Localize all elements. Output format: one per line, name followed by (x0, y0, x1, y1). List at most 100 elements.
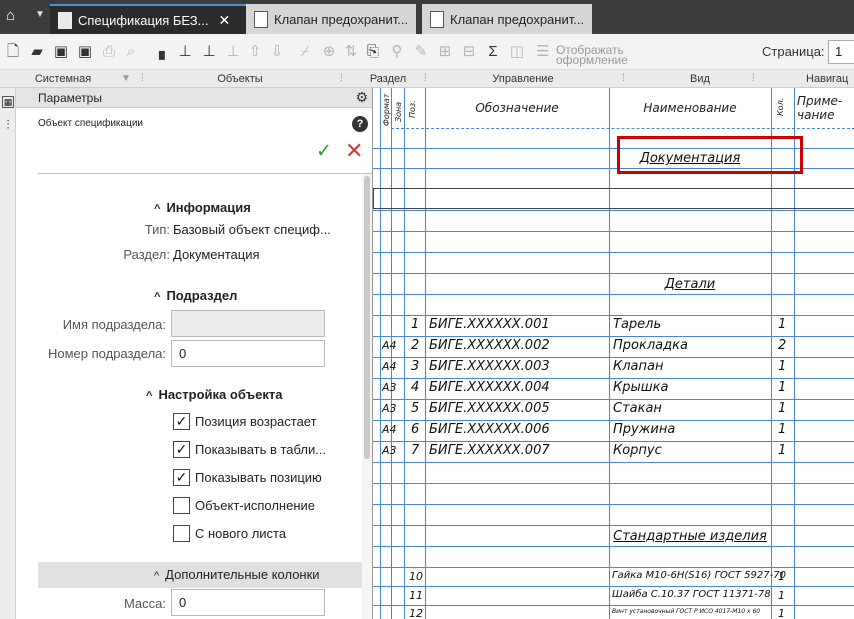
add-object-icon[interactable]: ▗ (150, 43, 168, 61)
section-subsection[interactable]: ^ Подраздел (154, 288, 237, 303)
grid-icon[interactable]: ⊟ (460, 43, 478, 61)
row-qty: 1 (778, 443, 787, 458)
zoom-icon[interactable]: ⊕ (320, 43, 338, 61)
tab-assembly[interactable]: Клапан предохранит... (246, 4, 416, 34)
scrollbar-thumb[interactable] (364, 176, 370, 459)
checkbox-show-in-table[interactable]: ✓ (173, 441, 190, 458)
header-designation: Обозначение (475, 101, 559, 115)
row-designation[interactable]: БИГЕ.XXXXXX.005 (429, 401, 550, 416)
sum-icon[interactable]: Σ (484, 43, 502, 61)
row-format: А4 (382, 423, 397, 436)
tab-specification[interactable]: Спецификация БЕЗ... ✕ (50, 4, 246, 34)
row-designation[interactable]: БИГЕ.XXXXXX.002 (429, 338, 550, 353)
tab-bar: ⌂ ▼ Спецификация БЕЗ... ✕ Клапан предохр… (0, 0, 854, 34)
divider (38, 173, 372, 174)
tab-label: Клапан предохранит... (450, 11, 585, 27)
display-format-label[interactable]: Отображать оформление (556, 44, 628, 66)
print-icon[interactable]: ⎙ (100, 43, 118, 61)
std-row-name[interactable]: Винт установочный ГОСТ Р ИСО 4017-М10 х … (612, 608, 760, 615)
std-row-name[interactable]: Шайба С.10.37 ГОСТ 11371-78 (612, 589, 771, 600)
row-designation[interactable]: БИГЕ.XXXXXX.007 (429, 443, 550, 458)
paint-icon[interactable]: ✎ (412, 43, 430, 61)
checkbox-show-position[interactable]: ✓ (173, 469, 190, 486)
ok-button[interactable]: ✓ (316, 140, 332, 163)
grip-icon[interactable]: ⁞ (622, 73, 625, 84)
page-input[interactable]: 1 (828, 40, 854, 64)
section-title-documentation[interactable]: Документация (609, 151, 771, 166)
header-zone: Зона (394, 101, 403, 122)
row-name[interactable]: Стакан (613, 401, 662, 416)
grip-icon[interactable]: ⁞ (752, 73, 755, 84)
add-reserve-icon[interactable]: ⊥ (224, 43, 242, 61)
std-row-name[interactable]: Гайка М10-6Н(S16) ГОСТ 5927-70 (612, 570, 786, 581)
subsection-name-label: Имя подраздела: (62, 317, 166, 332)
save-as-icon[interactable]: ▣ (76, 43, 94, 61)
grip-icon[interactable]: ⁞ (340, 73, 343, 84)
row-pos: 7 (411, 443, 420, 458)
section-title-standard[interactable]: Стандартные изделия (609, 529, 771, 544)
selected-row[interactable] (373, 188, 854, 209)
mass-field[interactable]: 0 (171, 589, 325, 616)
section-information[interactable]: ^ Информация (154, 200, 251, 215)
section-title-details[interactable]: Детали (609, 277, 771, 292)
add-section-icon[interactable]: ⊥ (200, 43, 218, 61)
sort-icon[interactable]: ⇅ (342, 43, 360, 61)
row-name[interactable]: Клапан (613, 359, 663, 374)
cancel-button[interactable]: ✕ (345, 138, 363, 164)
subsection-name-field[interactable] (171, 310, 325, 337)
section-extra-columns[interactable]: ^ Дополнительные колонки (154, 567, 320, 582)
home-icon[interactable]: ⌂ (6, 7, 26, 27)
table-icon[interactable]: ⊞ (436, 43, 454, 61)
type-label: Тип: (144, 222, 170, 237)
subsection-number-field[interactable]: 0 (171, 340, 325, 367)
row-name[interactable]: Крышка (613, 380, 668, 395)
gear-icon[interactable]: ⚙ (355, 89, 368, 106)
model-icon (430, 10, 444, 28)
tab-dropdown-icon[interactable]: ▼ (35, 9, 45, 20)
row-qty: 1 (778, 422, 787, 437)
row-designation[interactable]: БИГЕ.XXXXXX.006 (429, 422, 550, 437)
std-row-pos: 10 (409, 570, 423, 583)
tab-model[interactable]: Клапан предохранит... (422, 4, 592, 34)
copy-icon[interactable]: ⎘ (364, 43, 382, 61)
row-designation[interactable]: БИГЕ.XXXXXX.004 (429, 380, 550, 395)
row-pos: 4 (411, 380, 420, 395)
format-icon[interactable]: ☰ (534, 43, 552, 61)
move-down-icon[interactable]: ⇩ (268, 43, 286, 61)
chevron-down-icon[interactable]: ▼ (121, 73, 131, 84)
brush-icon[interactable]: ⚲ (388, 43, 406, 61)
toolbar-groups: Системная ▼ ⁞ Объекты ⁞ Раздел ⁞ Управле… (0, 70, 854, 88)
tree-icon[interactable]: ⫶ (2, 118, 14, 132)
save-icon[interactable]: ▣ (52, 43, 70, 61)
checkbox-new-sheet[interactable] (173, 525, 190, 542)
open-folder-icon[interactable]: ▰ (28, 43, 46, 61)
row-pos: 5 (411, 401, 420, 416)
row-name[interactable]: Прокладка (613, 338, 688, 353)
checkbox-object-execution[interactable] (173, 497, 190, 514)
preview-icon[interactable]: ⌕ (122, 43, 140, 61)
move-up-icon[interactable]: ⇧ (246, 43, 264, 61)
std-row-pos: 11 (409, 589, 423, 602)
grip-icon[interactable]: ⁞ (141, 73, 144, 84)
row-name[interactable]: Тарель (613, 317, 661, 332)
row-name[interactable]: Корпус (613, 443, 662, 458)
group-objects: Объекты (217, 73, 263, 85)
parameters-panel: Параметры ⚙ Объект спецификации ? ✓ ✕ ^ И… (16, 88, 372, 619)
checkbox-label: Позиция возрастает (195, 414, 317, 429)
row-designation[interactable]: БИГЕ.XXXXXX.003 (429, 359, 550, 374)
new-file-icon[interactable]: 🗋 (4, 43, 22, 61)
grip-icon[interactable]: ⁞ (424, 73, 427, 84)
close-icon[interactable]: ✕ (219, 12, 231, 29)
add-base-object-icon[interactable]: ⊥ (176, 43, 194, 61)
checkbox-position-ascending[interactable]: ✓ (173, 413, 190, 430)
link-icon[interactable]: ⌿ (296, 43, 314, 61)
row-designation[interactable]: БИГЕ.XXXXXX.001 (429, 317, 550, 332)
row-name[interactable]: Пружина (613, 422, 675, 437)
row-format: А4 (382, 339, 397, 352)
section-object-settings[interactable]: ^ Настройка объекта (146, 387, 282, 402)
section-label: Раздел: (123, 247, 170, 262)
help-icon[interactable]: ? (352, 116, 368, 132)
layout-icon[interactable]: ◫ (508, 43, 526, 61)
parameters-panel-icon[interactable]: ▦ (2, 96, 14, 108)
tab-label: Клапан предохранит... (274, 11, 409, 27)
